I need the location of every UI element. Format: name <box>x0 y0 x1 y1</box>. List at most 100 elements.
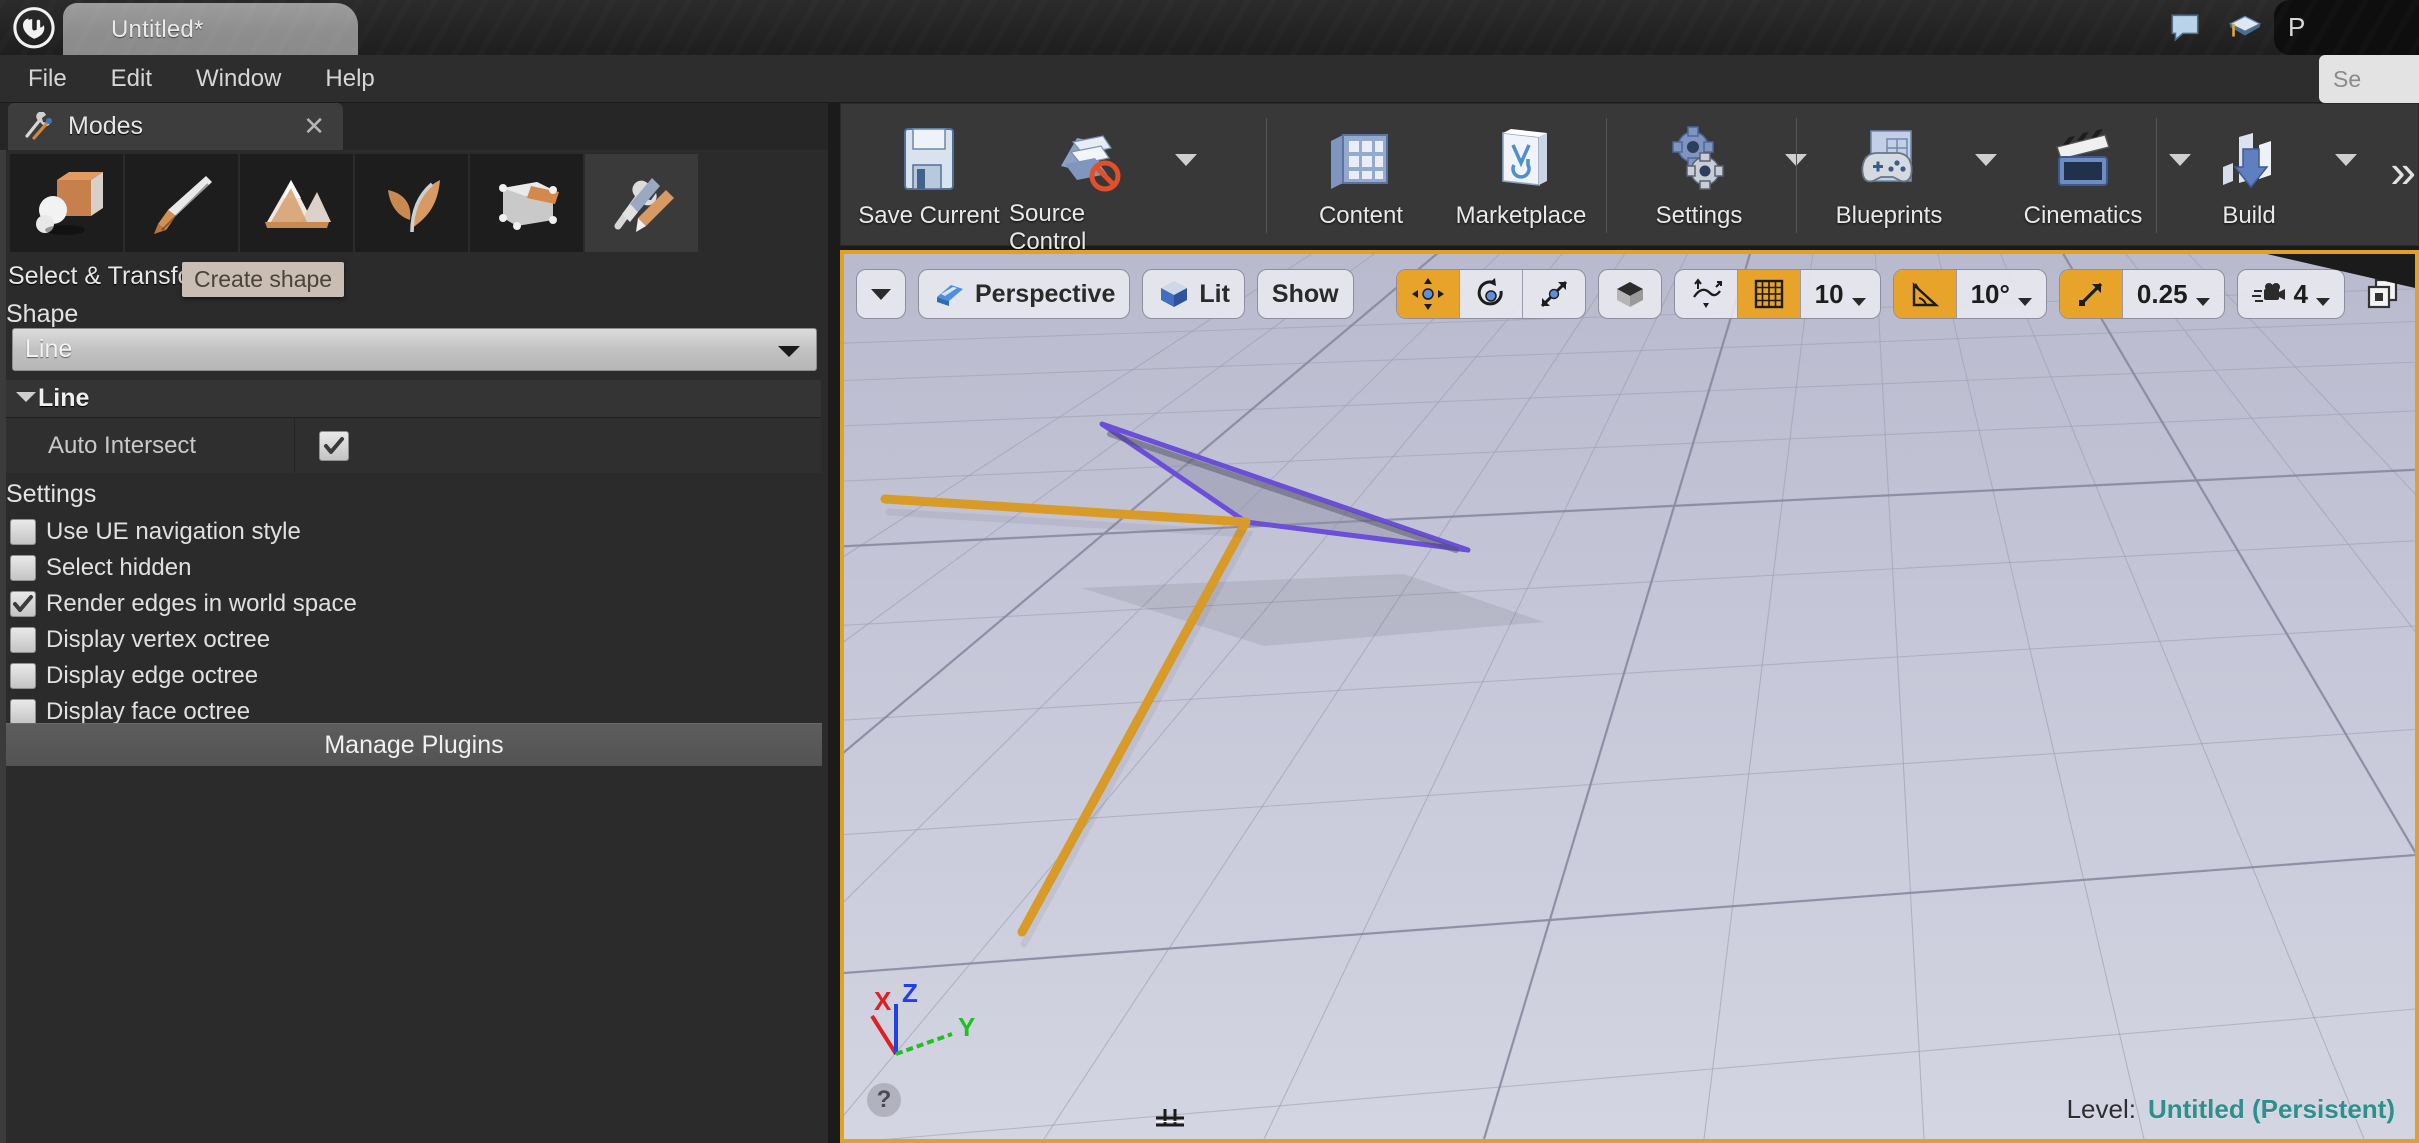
settings-checkbox-list: Use UE navigation style Select hidden Re… <box>10 514 810 730</box>
chevron-down-icon <box>1175 154 1197 166</box>
manage-plugins-button[interactable]: Manage Plugins <box>6 723 822 766</box>
toolbar-blueprints[interactable]: Blueprints <box>1809 110 1969 240</box>
project-tab[interactable]: Untitled* <box>63 3 358 55</box>
scale-tool[interactable] <box>1523 270 1585 318</box>
mode-foliage[interactable] <box>355 154 470 252</box>
viewport-help-icon[interactable]: ? <box>867 1083 901 1117</box>
blueprint-gamepad-icon <box>1848 118 1930 200</box>
chevron-down-icon <box>1975 154 1997 166</box>
lit-cube-icon <box>1161 281 1188 307</box>
camera-speed-button[interactable]: 4 <box>2238 270 2344 318</box>
toolbar-marketplace[interactable]: Marketplace <box>1441 110 1601 240</box>
toolbar-build[interactable]: Build <box>2169 110 2329 240</box>
toolbar-save-current[interactable]: Save Current <box>849 110 1009 240</box>
content-browser-icon <box>1320 118 1402 200</box>
toolbar-label: Source Control <box>1009 200 1087 255</box>
toolbar-source-control[interactable]: Source Control <box>1009 110 1169 255</box>
chevron-down-icon <box>2335 154 2357 166</box>
checkbox[interactable] <box>10 663 36 689</box>
checkbox[interactable] <box>10 555 36 581</box>
coordinate-system-toggle[interactable] <box>1599 270 1661 318</box>
checkbox[interactable] <box>10 627 36 653</box>
setting-label: Use UE navigation style <box>46 518 301 545</box>
learn-icon[interactable] <box>2226 8 2264 46</box>
scale-snap-value-dropdown[interactable]: 0.25 <box>2123 270 2224 318</box>
toolbar-label: Cinematics <box>2023 202 2143 229</box>
scale-snap-toggle[interactable] <box>2059 270 2122 318</box>
grid-icon <box>1754 279 1783 309</box>
source-control-caret[interactable] <box>1169 110 1203 240</box>
modes-wrench-icon <box>22 110 58 144</box>
grid-snap-value-dropdown[interactable]: 10 <box>1801 270 1880 318</box>
setting-render-edges-in-world-space[interactable]: Render edges in world space <box>10 586 810 622</box>
translate-tool[interactable] <box>1396 270 1459 318</box>
toolbar-content[interactable]: Content <box>1281 110 1441 240</box>
clapperboard-icon <box>2042 118 2124 200</box>
source-control-blocked-icon <box>1048 118 1130 198</box>
surface-snap-toggle[interactable] <box>1675 270 1737 318</box>
menu-help[interactable]: Help <box>303 55 396 103</box>
setting-use-ue-navigation-style[interactable]: Use UE navigation style <box>10 514 810 550</box>
property-row-auto-intersect: Auto Intersect <box>6 418 821 473</box>
snap-group: 10 <box>1673 269 1881 319</box>
grid-snap-toggle[interactable] <box>1737 270 1800 318</box>
chevron-double-right-icon[interactable]: » <box>2390 148 2415 194</box>
toolbar-settings[interactable]: Settings <box>1619 110 1779 240</box>
menu-file[interactable]: File <box>6 55 89 103</box>
property-label: Auto Intersect <box>48 431 197 459</box>
viewport-toolbar: Perspective Lit Show 10 10° 0.25 4 <box>856 266 2403 322</box>
rotation-snap-toggle[interactable] <box>1893 270 1956 318</box>
marketplace-bag-icon <box>1480 118 1562 200</box>
mode-geometry-editing[interactable] <box>470 154 585 252</box>
feedback-bubble-icon[interactable] <box>2166 8 2204 46</box>
mode-select-transform[interactable] <box>10 154 125 252</box>
modes-tab[interactable]: Modes ✕ <box>8 103 343 150</box>
title-bar: Untitled* P <box>0 0 2419 55</box>
build-arrow-icon <box>2208 118 2290 200</box>
search-input[interactable]: Se <box>2319 55 2419 103</box>
shape-dropdown[interactable]: Line <box>12 328 817 371</box>
show-menu-button[interactable]: Show <box>1258 270 1353 318</box>
blueprints-caret[interactable] <box>1969 110 2003 240</box>
scale-snap-value: 0.25 <box>2136 278 2188 309</box>
camera-speed-value: 4 <box>2293 278 2308 309</box>
menu-window[interactable]: Window <box>174 55 303 103</box>
setting-display-edge-octree[interactable]: Display edge octree <box>10 658 810 694</box>
mode-landscape[interactable] <box>240 154 355 252</box>
grid-snap-value: 10 <box>1814 278 1844 309</box>
svg-text:Z: Z <box>902 978 918 1008</box>
toolbar-cinematics[interactable]: Cinematics <box>2003 110 2163 240</box>
toolbar-separator <box>1266 118 1267 233</box>
mode-mesh-tools[interactable] <box>585 154 700 252</box>
rotation-snap-value-dropdown[interactable]: 10° <box>1957 270 2046 318</box>
mode-paint[interactable] <box>125 154 240 252</box>
line-category-header[interactable]: Line <box>6 380 821 418</box>
level-viewport[interactable]: Perspective Lit Show 10 10° 0.25 4 X Z Y… <box>840 250 2419 1143</box>
cube-world-icon <box>1616 282 1643 307</box>
checkbox[interactable] <box>10 591 36 617</box>
camera-mode-button[interactable]: Perspective <box>919 270 1129 318</box>
surface-snap-icon <box>1692 278 1722 308</box>
toolbar-label: Build <box>2222 202 2276 229</box>
rotate-tool[interactable] <box>1460 270 1522 318</box>
menu-bar: File Edit Window Help Se <box>0 55 2419 103</box>
checkbox[interactable] <box>10 519 36 545</box>
scale-gizmo-icon <box>1540 280 1567 308</box>
setting-label: Display edge octree <box>46 662 259 689</box>
menu-edit[interactable]: Edit <box>89 55 174 103</box>
viewport-options-button[interactable] <box>857 270 905 318</box>
chevron-down-icon <box>2195 298 2210 306</box>
setting-select-hidden[interactable]: Select hidden <box>10 550 810 586</box>
checkbox[interactable] <box>10 699 36 725</box>
setting-display-vertex-octree[interactable]: Display vertex octree <box>10 622 810 658</box>
svg-text:X: X <box>874 986 892 1016</box>
camera-speed-group: 4 <box>2236 269 2345 319</box>
toolbar-label: Settings <box>1655 202 1743 229</box>
build-caret[interactable] <box>2329 110 2363 240</box>
auto-intersect-checkbox[interactable] <box>319 430 349 461</box>
settings-label: Settings <box>6 480 97 508</box>
view-mode-button[interactable]: Lit <box>1143 270 1244 318</box>
level-label: Level: <box>2066 1094 2136 1124</box>
close-icon[interactable]: ✕ <box>303 112 325 140</box>
view-mode-label: Lit <box>1199 279 1230 308</box>
